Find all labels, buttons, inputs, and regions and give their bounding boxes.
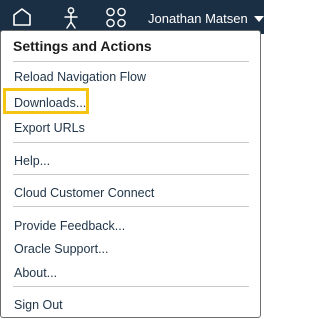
- menu-title: Settings and Actions: [13, 38, 152, 54]
- menu-item-about[interactable]: About...: [14, 265, 57, 281]
- divider: [13, 61, 249, 62]
- divider: [13, 142, 249, 143]
- menu-item-export-urls[interactable]: Export URLs: [14, 120, 85, 136]
- global-header: Jonathan Matsen: [0, 0, 264, 34]
- menu-item-sign-out[interactable]: Sign Out: [14, 297, 63, 313]
- settings-actions-menu: Settings and Actions Reload Navigation F…: [0, 30, 261, 318]
- home-icon[interactable]: [11, 6, 33, 33]
- menu-item-cloud-customer-connect[interactable]: Cloud Customer Connect: [14, 185, 154, 201]
- divider: [13, 174, 249, 175]
- highlight-box: [3, 88, 89, 114]
- caret-down-icon: [253, 11, 264, 26]
- menu-item-provide-feedback[interactable]: Provide Feedback...: [14, 218, 125, 234]
- menu-item-reload-navigation-flow[interactable]: Reload Navigation Flow: [14, 69, 146, 85]
- divider: [13, 206, 249, 207]
- menu-item-oracle-support[interactable]: Oracle Support...: [14, 241, 109, 257]
- user-name: Jonathan Matsen: [148, 10, 248, 26]
- divider: [13, 286, 249, 287]
- user-menu-button[interactable]: Jonathan Matsen: [148, 9, 264, 27]
- menu-item-help[interactable]: Help...: [14, 153, 50, 169]
